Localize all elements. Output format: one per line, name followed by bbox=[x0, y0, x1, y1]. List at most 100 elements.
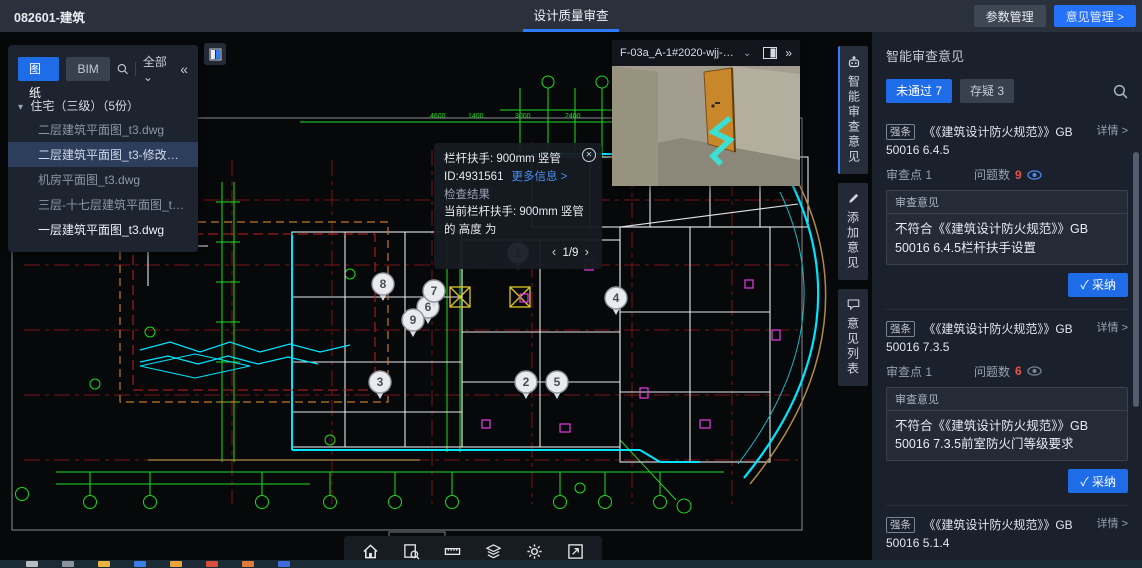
model-viewer-3d[interactable]: F-03a_A-1#2020-wjj-0824.gfc ⌄ » bbox=[612, 40, 800, 186]
svg-text:1400: 1400 bbox=[468, 113, 484, 120]
close-icon[interactable]: ✕ bbox=[582, 148, 596, 162]
prev-page-icon[interactable]: ‹ bbox=[549, 244, 559, 259]
tree-item-selected[interactable]: 二层建筑平面图_t3-修改（埋错门，窗... bbox=[8, 142, 198, 167]
review-card-list: 详情 > 强条 《《建筑设计防火规范》》GB 50016 6.4.5 审查点 1… bbox=[872, 113, 1142, 568]
issue-count: 9 bbox=[1015, 168, 1022, 182]
panel-toggle-icon bbox=[209, 48, 222, 61]
sidebar-title: 智能审查意见 bbox=[872, 32, 1142, 69]
taskbar-app-icon[interactable] bbox=[98, 561, 110, 567]
home-icon[interactable] bbox=[362, 543, 379, 560]
tree-item[interactable]: 机房平面图_t3.dwg bbox=[8, 167, 198, 192]
active-tab-underline bbox=[523, 29, 618, 32]
accept-button[interactable]: ✓ 采纳 bbox=[1068, 273, 1128, 297]
tree-caret-icon: ▾ bbox=[18, 102, 23, 113]
tab-opinion-list[interactable]: 意见列表 bbox=[838, 289, 868, 386]
pencil-icon bbox=[847, 192, 860, 205]
search-icon[interactable] bbox=[1113, 84, 1128, 99]
sidebar-scrollbar[interactable] bbox=[1133, 152, 1139, 407]
mandatory-badge: 强条 bbox=[886, 124, 915, 140]
expand-viewer-icon[interactable]: » bbox=[785, 46, 792, 60]
taskbar-app-icon[interactable] bbox=[278, 561, 290, 567]
check-result-label: 检查结果 bbox=[444, 187, 592, 205]
taskbar-app-icon[interactable] bbox=[170, 561, 182, 567]
fullscreen-icon[interactable] bbox=[567, 543, 584, 560]
tab-design-quality-review[interactable]: 设计质量审查 bbox=[523, 0, 618, 32]
tab-smart-review[interactable]: 智能审查意见 bbox=[838, 46, 868, 174]
main-area: 46001400300024008001300 123456789 图纸 BIM… bbox=[0, 32, 1142, 568]
opinion-label: 审查意见 bbox=[887, 191, 1127, 214]
split-view-icon[interactable] bbox=[763, 47, 777, 59]
tree-item-active[interactable]: 一层建筑平面图_t3.dwg bbox=[8, 217, 198, 242]
issue-tooltip: ✕ 栏杆扶手: 900mm 竖管 ID:4931561 更多信息 > 检查结果 当… bbox=[434, 143, 602, 269]
detail-link[interactable]: 详情 > bbox=[1097, 123, 1128, 140]
tree-group[interactable]: ▾ 住宅（三级）（5份） bbox=[8, 94, 198, 117]
review-point: 审查点 1 bbox=[886, 166, 932, 183]
opinion-box: 审查意见 不符合《《建筑设计防火规范》》GB 50016 7.3.5前室防火门等… bbox=[886, 387, 1128, 462]
opinion-text: 不符合《《建筑设计防火规范》》GB 50016 6.4.5栏杆扶手设置 bbox=[887, 214, 1127, 264]
eye-icon[interactable] bbox=[1027, 170, 1042, 180]
view-search-icon[interactable] bbox=[403, 543, 420, 560]
top-bar: 082601-建筑 设计质量审查 参数管理 意见管理 > bbox=[0, 0, 1142, 32]
svg-text:4600: 4600 bbox=[430, 113, 446, 120]
taskbar-app-icon[interactable] bbox=[62, 561, 74, 567]
svg-text:2: 2 bbox=[523, 375, 530, 389]
settings-gear-icon[interactable] bbox=[526, 543, 543, 560]
svg-text:3000: 3000 bbox=[515, 113, 531, 120]
taskbar-app-icon[interactable] bbox=[134, 561, 146, 567]
svg-text:2400: 2400 bbox=[565, 113, 581, 120]
collapse-panel-icon[interactable]: « bbox=[180, 61, 188, 77]
viewer-header: F-03a_A-1#2020-wjj-0824.gfc ⌄ » bbox=[612, 40, 800, 66]
tab-doubtful[interactable]: 存疑 3 bbox=[960, 79, 1014, 103]
divider bbox=[135, 62, 136, 76]
tree-item[interactable]: 二层建筑平面图_t3.dwg bbox=[8, 117, 198, 142]
tooltip-title: 栏杆扶手: 900mm 竖管 bbox=[444, 151, 592, 169]
chevron-down-icon[interactable]: ⌄ bbox=[743, 48, 751, 59]
check-icon: ✓ bbox=[1080, 475, 1088, 489]
tab-failed[interactable]: 未通过 7 bbox=[886, 79, 952, 103]
review-card: 详情 > 强条 《《建筑设计防火规范》》GB 50016 7.3.5 审查点 1… bbox=[886, 309, 1128, 506]
mandatory-badge: 强条 bbox=[886, 517, 915, 533]
tree-item[interactable]: 三层-十七层建筑平面图_t3.dwg bbox=[8, 192, 198, 217]
cad-canvas[interactable]: 46001400300024008001300 123456789 图纸 BIM… bbox=[0, 32, 872, 568]
taskbar-app-icon[interactable] bbox=[26, 561, 38, 567]
svg-text:5: 5 bbox=[554, 375, 561, 389]
ai-review-icon bbox=[847, 55, 861, 69]
model-filename: F-03a_A-1#2020-wjj-0824.gfc bbox=[620, 47, 738, 59]
next-page-icon[interactable]: › bbox=[582, 244, 592, 259]
accept-button[interactable]: ✓ 采纳 bbox=[1068, 469, 1128, 493]
eye-icon[interactable] bbox=[1027, 366, 1042, 376]
opinion-label: 审查意见 bbox=[887, 388, 1127, 411]
measure-icon[interactable] bbox=[444, 543, 461, 560]
panel-toggle-button[interactable] bbox=[204, 43, 226, 65]
layers-icon[interactable] bbox=[485, 543, 502, 560]
check-icon: ✓ bbox=[1080, 278, 1088, 292]
review-card: 详情 > 强条 《《建筑设计防火规范》》GB 50016 5.1.4 审查点 1… bbox=[886, 505, 1128, 568]
model-3d-scene[interactable] bbox=[612, 66, 800, 186]
taskbar-app-icon[interactable] bbox=[242, 561, 254, 567]
element-id: ID:4931561 bbox=[444, 171, 503, 183]
mandatory-badge: 强条 bbox=[886, 321, 915, 337]
detail-link[interactable]: 详情 > bbox=[1097, 516, 1128, 533]
detail-link[interactable]: 详情 > bbox=[1097, 320, 1128, 337]
taskbar-app-icon[interactable] bbox=[206, 561, 218, 567]
tab-bim[interactable]: BIM bbox=[66, 57, 109, 81]
tab-drawings[interactable]: 图纸 bbox=[18, 57, 59, 81]
tab-add-opinion[interactable]: 添加意见 bbox=[838, 183, 868, 280]
svg-text:9: 9 bbox=[410, 313, 417, 327]
check-result-text: 当前栏杆扶手: 900mm 竖管的 高度 为 bbox=[444, 204, 592, 240]
review-card: 详情 > 强条 《《建筑设计防火规范》》GB 50016 6.4.5 审查点 1… bbox=[886, 113, 1128, 309]
issue-count: 6 bbox=[1015, 364, 1022, 378]
filter-dropdown[interactable]: 全部 ⌄ bbox=[143, 53, 173, 84]
opinion-box: 审查意见 不符合《《建筑设计防火规范》》GB 50016 6.4.5栏杆扶手设置 bbox=[886, 190, 1128, 265]
os-taskbar[interactable] bbox=[0, 560, 1142, 568]
search-icon[interactable] bbox=[117, 62, 128, 76]
svg-text:7: 7 bbox=[431, 284, 438, 298]
chevron-down-icon: ⌄ bbox=[143, 70, 153, 84]
smart-review-sidebar: 智能审查意见 未通过 7 存疑 3 详情 > 强条 《《建筑设计防火规范》》GB… bbox=[872, 32, 1142, 568]
review-point: 审查点 1 bbox=[886, 363, 932, 380]
more-info-link[interactable]: 更多信息 > bbox=[511, 171, 567, 183]
svg-text:4: 4 bbox=[613, 291, 620, 305]
drawing-tree: ▾ 住宅（三级）（5份） 二层建筑平面图_t3.dwg 二层建筑平面图_t3-修… bbox=[8, 94, 198, 242]
comment-icon bbox=[847, 298, 860, 311]
page-indicator: 1/9 bbox=[562, 247, 578, 259]
